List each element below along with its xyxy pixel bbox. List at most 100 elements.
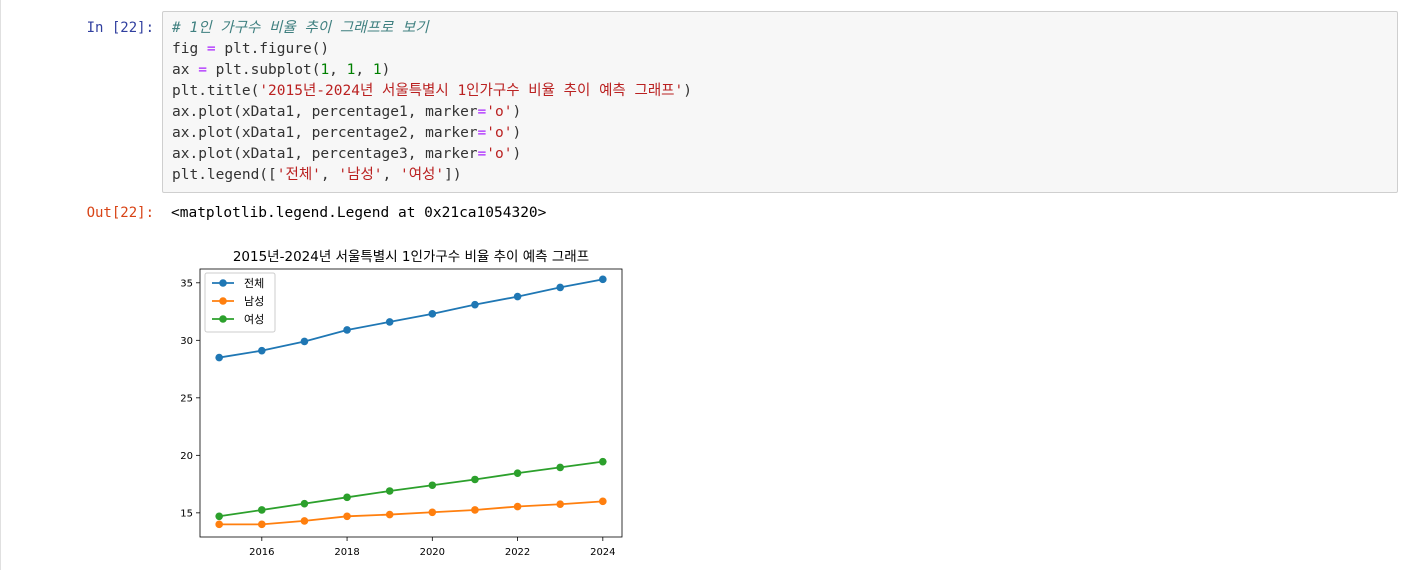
data-point	[599, 275, 607, 284]
code-token: )	[512, 104, 522, 120]
code-token: plt.title(	[172, 83, 260, 99]
data-point	[556, 463, 564, 472]
series-line-3	[219, 460, 603, 518]
code-token: ,	[355, 62, 373, 78]
code-line: plt.legend(['전체', '남성', '여성'])	[172, 165, 692, 186]
data-point	[300, 499, 309, 508]
code-token: '2015년-2024년 서울특별시 1인가구수 비율 추이 예측 그래프'	[259, 83, 684, 99]
code-token: =	[477, 146, 487, 162]
code-token: =	[206, 41, 216, 57]
x-tick-label: 2016	[249, 547, 274, 558]
data-point	[428, 508, 437, 517]
code-line: ax.plot(xData1, percentage3, marker='o')	[172, 144, 692, 165]
code-line: ax.plot(xData1, percentage1, marker='o')	[172, 102, 692, 123]
data-point	[513, 502, 522, 511]
notebook-left-border	[0, 0, 1, 570]
y-tick-label: 35	[180, 278, 193, 289]
y-tick-label: 25	[180, 393, 193, 404]
code-line: plt.title('2015년-2024년 서울특별시 1인가구수 비율 추이…	[172, 81, 692, 102]
code-token: ax.plot(xData1, percentage3, marker	[172, 146, 478, 162]
code-token: fig	[172, 41, 207, 57]
code-token: 'o'	[486, 146, 513, 162]
code-token: )	[512, 125, 522, 141]
code-token: )	[381, 62, 391, 78]
data-point	[258, 506, 266, 514]
data-point	[556, 500, 564, 509]
code-token: )	[683, 83, 692, 99]
data-point	[343, 493, 351, 502]
code-token: )	[512, 146, 522, 162]
code-line: ax = plt.subplot(1, 1, 1)	[172, 60, 692, 81]
data-point	[556, 283, 564, 292]
data-point	[513, 292, 522, 301]
legend-label: 전체	[244, 277, 264, 290]
code-token: plt.figure()	[215, 41, 330, 57]
data-point	[599, 457, 607, 466]
data-point	[385, 487, 394, 495]
line-chart: 2015년-2024년 서울특별시 1인가구수 비율 추이 예측 그래프 2016…	[180, 249, 623, 558]
data-point	[215, 353, 223, 362]
x-tick-label: 2022	[505, 547, 530, 558]
code-token: plt.legend([	[172, 167, 277, 183]
code-token: plt.subplot(	[206, 62, 321, 78]
code-token: =	[477, 125, 487, 141]
code-token: 1	[320, 62, 330, 78]
y-tick-label: 15	[180, 508, 193, 519]
code-token: ,	[382, 167, 400, 183]
legend-marker	[219, 297, 227, 305]
output-text: <matplotlib.legend.Legend at 0x21ca10543…	[171, 205, 547, 221]
chart-title: 2015년-2024년 서울특별시 1인가구수 비율 추이 예측 그래프	[233, 249, 589, 265]
data-point	[343, 326, 351, 334]
code-token: =	[477, 104, 487, 120]
data-point	[215, 512, 223, 521]
code-token: '남성'	[338, 167, 383, 183]
code-line: ax.plot(xData1, percentage2, marker='o')	[172, 123, 692, 144]
code-token: '전체'	[276, 167, 321, 183]
code-editor[interactable]: # 1인 가구수 비율 추이 그래프로 보기 fig = plt.figure()…	[172, 18, 692, 186]
legend-box	[204, 272, 276, 333]
code-token: 'o'	[486, 125, 513, 141]
legend-label: 여성	[244, 313, 264, 326]
data-point	[300, 337, 309, 346]
code-token: # 1인 가구수 비율 추이 그래프로 보기	[172, 20, 429, 36]
code-line: # 1인 가구수 비율 추이 그래프로 보기	[172, 18, 692, 39]
code-cell-input[interactable]: # 1인 가구수 비율 추이 그래프로 보기 fig = plt.figure()…	[162, 11, 1398, 193]
series-line-2	[219, 500, 603, 526]
data-point	[471, 475, 479, 484]
data-point	[385, 318, 394, 326]
code-token: '여성'	[399, 167, 445, 183]
code-token: ,	[329, 62, 347, 78]
legend-marker	[219, 315, 227, 323]
data-point	[599, 497, 607, 506]
data-point	[385, 510, 394, 519]
y-tick-label: 30	[180, 336, 193, 347]
data-point	[428, 481, 437, 490]
data-point	[300, 517, 309, 525]
x-tick-label: 2020	[420, 547, 445, 558]
code-token: ax.plot(xData1, percentage2, marker	[172, 125, 478, 141]
x-tick-label: 2024	[590, 547, 615, 558]
data-point	[258, 346, 266, 355]
code-token: 'o'	[486, 104, 513, 120]
data-point	[258, 520, 266, 529]
legend-marker	[219, 279, 227, 287]
data-point	[471, 506, 479, 514]
output-prompt: Out[22]:	[86, 205, 154, 221]
data-point	[428, 310, 437, 318]
data-point	[513, 469, 522, 477]
chart-legend: 전체남성여성	[204, 272, 276, 333]
series-line-1	[219, 278, 603, 359]
code-token: =	[198, 62, 207, 78]
code-line: fig = plt.figure()	[172, 39, 692, 60]
input-prompt: In [22]:	[86, 20, 154, 36]
code-token: ax	[172, 62, 199, 78]
data-point	[343, 512, 351, 521]
code-token: ,	[320, 167, 339, 183]
code-token: ax.plot(xData1, percentage1, marker	[172, 104, 478, 120]
code-token: 1	[372, 62, 382, 78]
y-tick-label: 20	[180, 451, 193, 462]
data-point	[471, 300, 479, 309]
data-point	[215, 520, 223, 529]
code-token: ])	[444, 167, 462, 183]
legend-label: 남성	[244, 295, 264, 308]
